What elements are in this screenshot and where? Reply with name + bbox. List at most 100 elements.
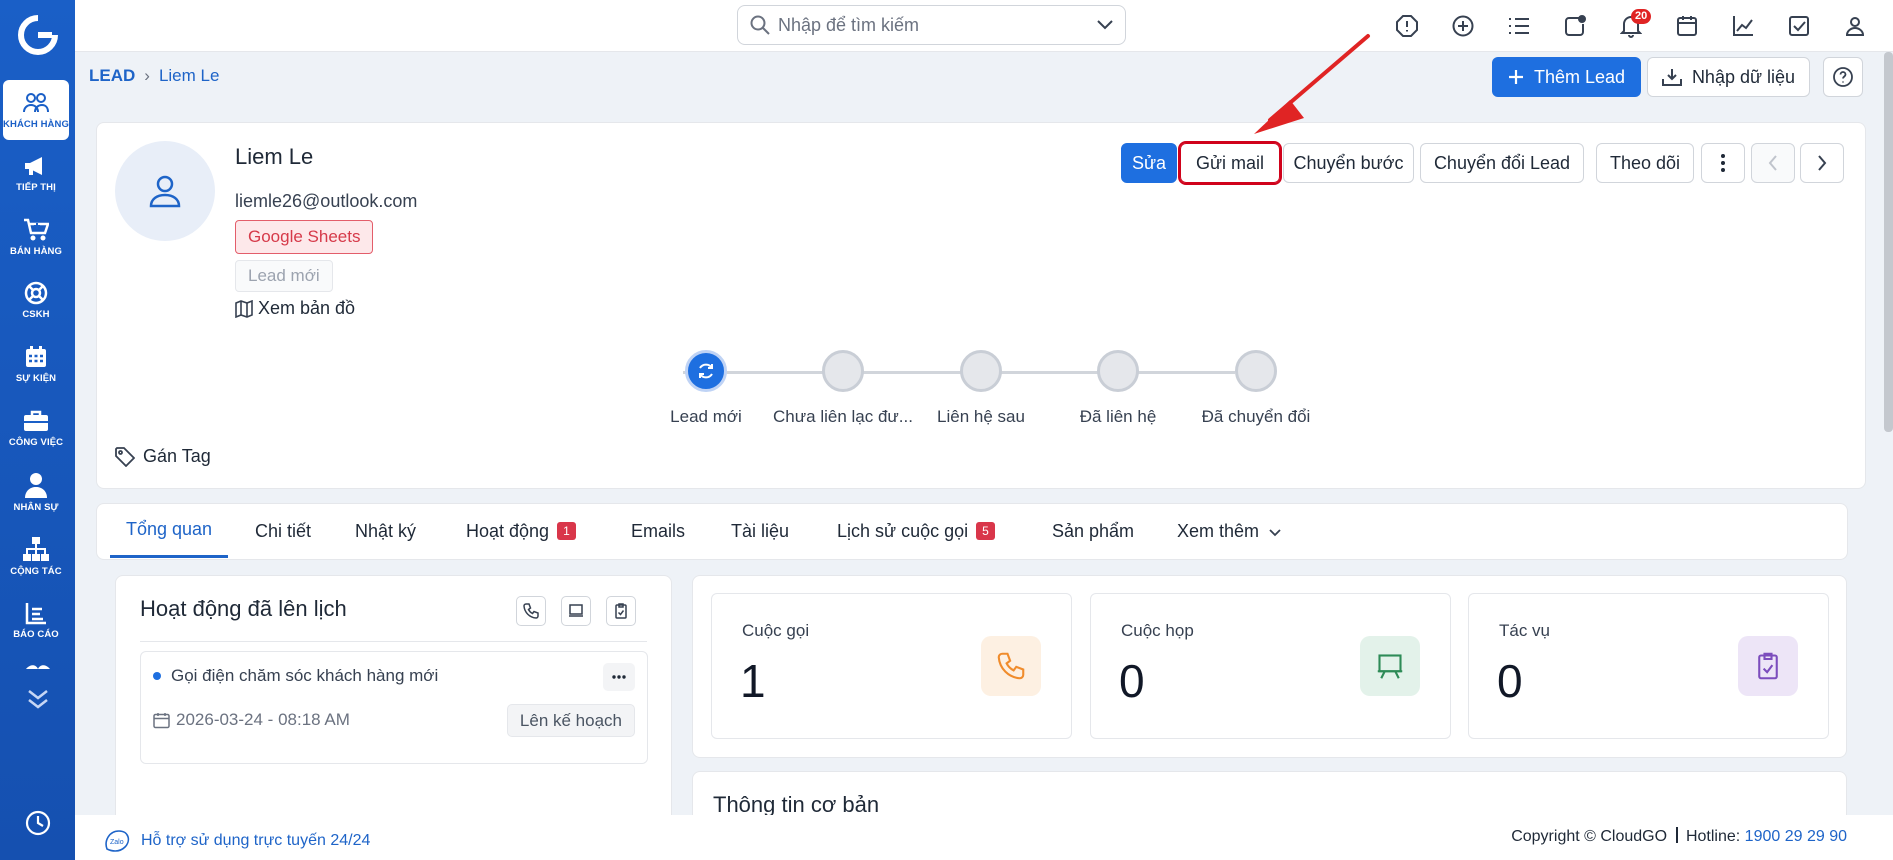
pipeline-step-converted[interactable]: Đã chuyển đổi: [1171, 350, 1341, 427]
add-lead-label: Thêm Lead: [1533, 66, 1626, 87]
tab-log[interactable]: Nhật ký: [355, 504, 416, 558]
plan-button[interactable]: Lên kế hoạch: [506, 704, 635, 737]
sidebar-item-marketing[interactable]: Tiếp thị: [3, 143, 69, 203]
sidebar-item-tasks[interactable]: Công việc: [3, 398, 69, 458]
tab-overview[interactable]: Tổng quan: [110, 504, 229, 558]
expand-menu-icon[interactable]: [0, 688, 75, 710]
tab-details[interactable]: Chi tiết: [255, 504, 311, 558]
svg-text:Zalo: Zalo: [110, 839, 124, 846]
tab-call-history[interactable]: Lịch sử cuộc gọi 5: [837, 504, 995, 558]
add-circle-icon[interactable]: [1448, 11, 1478, 41]
checkbox-icon[interactable]: [1784, 11, 1814, 41]
chart-line-icon[interactable]: [1728, 11, 1758, 41]
assign-tag-link[interactable]: Gán Tag: [115, 446, 211, 467]
phone-icon: [523, 603, 539, 619]
import-data-button[interactable]: Nhập dữ liệu: [1647, 57, 1810, 97]
support-text: Hỗ trợ sử dụng trực tuyến 24/24: [141, 832, 371, 849]
add-call-button[interactable]: [516, 596, 546, 626]
tab-documents[interactable]: Tài liệu: [731, 504, 789, 558]
add-lead-button[interactable]: Thêm Lead: [1492, 57, 1641, 97]
chevron-left-icon: [1768, 155, 1777, 171]
pipeline-dot: [822, 350, 864, 392]
copyright-text: Copyright © CloudGO: [1511, 828, 1668, 845]
history-clock-icon[interactable]: [0, 810, 75, 836]
search-input[interactable]: Nhập để tìm kiếm: [737, 5, 1126, 45]
stat-value: 0: [1119, 655, 1145, 707]
add-meeting-button[interactable]: [561, 596, 591, 626]
chevron-right-icon: [1818, 155, 1827, 171]
pipeline-dot: [1235, 350, 1277, 392]
sidebar-item-events[interactable]: Sự kiện: [3, 334, 69, 394]
sidebar-item-hr[interactable]: Nhân sự: [3, 462, 69, 522]
list-item[interactable]: Gọi điện chăm sóc khách hàng mới 2026-03…: [140, 651, 648, 764]
sidebar-item-support[interactable]: CSKH: [3, 270, 69, 330]
sidebar-item-label: Nhân sự: [13, 501, 59, 513]
detail-tabs: Tổng quan Chi tiết Nhật ký Hoạt động 1 E…: [96, 503, 1848, 560]
chevron-down-icon: [1269, 529, 1281, 537]
sidebar-item-label: Công việc: [8, 436, 64, 448]
zalo-icon: Zalo: [105, 830, 130, 852]
presentation-icon: [569, 604, 583, 617]
stat-card-tasks: Tác vụ 0: [1468, 593, 1829, 739]
tab-emails[interactable]: Emails: [631, 504, 685, 558]
tab-label: Emails: [631, 520, 686, 541]
search-placeholder: Nhập để tìm kiếm: [778, 14, 920, 35]
tab-label: Sản phẩm: [1052, 520, 1135, 541]
edit-button[interactable]: Sửa: [1121, 143, 1177, 183]
sidebar-item-collaboration[interactable]: Cộng tác: [3, 526, 69, 586]
activity-more-button[interactable]: [603, 663, 635, 691]
notification-bell-icon[interactable]: 20: [1616, 9, 1652, 41]
sidebar-item-sales[interactable]: Bán hàng: [3, 207, 69, 267]
follow-button[interactable]: Theo dõi: [1596, 143, 1694, 183]
stat-label: Cuộc gọi: [742, 621, 810, 640]
user-account-icon[interactable]: [1840, 11, 1870, 41]
tab-more[interactable]: Xem thêm: [1177, 504, 1281, 558]
stat-label: Cuộc họp: [1121, 621, 1194, 640]
stat-label: Tác vụ: [1499, 621, 1551, 640]
scrollbar[interactable]: [1884, 52, 1893, 432]
sidebar-item-label: Báo cáo: [13, 628, 59, 640]
cart-icon: [24, 218, 49, 240]
support-link[interactable]: Zalo Hỗ trợ sử dụng trực tuyến 24/24: [103, 829, 370, 853]
top-bar: Nhập để tìm kiếm 20: [75, 0, 1893, 52]
person-icon: [25, 472, 47, 498]
cloudgo-logo[interactable]: [0, 14, 75, 56]
lead-name: Liem Le: [235, 144, 314, 169]
lead-email[interactable]: liemle26@outlook.com: [235, 191, 417, 212]
megaphone-icon: [25, 156, 42, 175]
add-task-button[interactable]: [606, 596, 636, 626]
sidebar-item-customers[interactable]: Khách hàng: [3, 80, 69, 140]
report-icon: [25, 602, 46, 624]
list-icon[interactable]: [1504, 11, 1534, 41]
stat-card-meetings: Cuộc họp 0: [1090, 593, 1451, 739]
chevron-down-icon[interactable]: [1097, 20, 1113, 30]
view-map-link[interactable]: Xem bản đồ: [235, 298, 355, 319]
previous-record-button[interactable]: [1751, 143, 1795, 183]
send-mail-button[interactable]: Gửi mail: [1178, 141, 1282, 185]
tab-products[interactable]: Sản phẩm: [1052, 504, 1134, 558]
activity-datetime: 2026-03-24 - 08:18 AM: [153, 710, 350, 730]
change-step-button[interactable]: Chuyển bước: [1283, 143, 1414, 183]
calendar-top-icon[interactable]: [1672, 11, 1702, 41]
more-actions-button[interactable]: [1701, 143, 1745, 183]
sidebar-item-label: CSKH: [22, 308, 50, 320]
hotline-label: Hotline:: [1685, 828, 1741, 845]
pipeline-step-label: Đã chuyển đổi: [1201, 407, 1311, 426]
activity-datetime-text: 2026-03-24 - 08:18 AM: [176, 710, 350, 729]
sidebar-item-label: Khách hàng: [3, 118, 69, 130]
help-button[interactable]: [1823, 57, 1863, 97]
tab-activities[interactable]: Hoạt động 1: [466, 504, 576, 558]
alert-icon[interactable]: [1392, 11, 1422, 41]
lead-summary-card: Liem Le liemle26@outlook.com Google Shee…: [96, 122, 1866, 489]
sidebar-item-reports[interactable]: Báo cáo: [3, 590, 69, 650]
calendar-icon: [26, 345, 46, 367]
sidebar-item-label: Cộng tác: [10, 565, 62, 577]
activity-title: Gọi điện chăm sóc khách hàng mới: [153, 666, 438, 686]
next-record-button[interactable]: [1800, 143, 1844, 183]
breadcrumb-root[interactable]: LEAD: [89, 66, 135, 86]
hotline-number[interactable]: 1900 29 29 90: [1745, 828, 1847, 845]
import-data-label: Nhập dữ liệu: [1691, 66, 1796, 87]
tab-label: Hoạt động: [466, 520, 550, 541]
refresh-square-icon[interactable]: [1560, 11, 1590, 41]
convert-lead-button[interactable]: Chuyển đổi Lead: [1420, 143, 1584, 183]
